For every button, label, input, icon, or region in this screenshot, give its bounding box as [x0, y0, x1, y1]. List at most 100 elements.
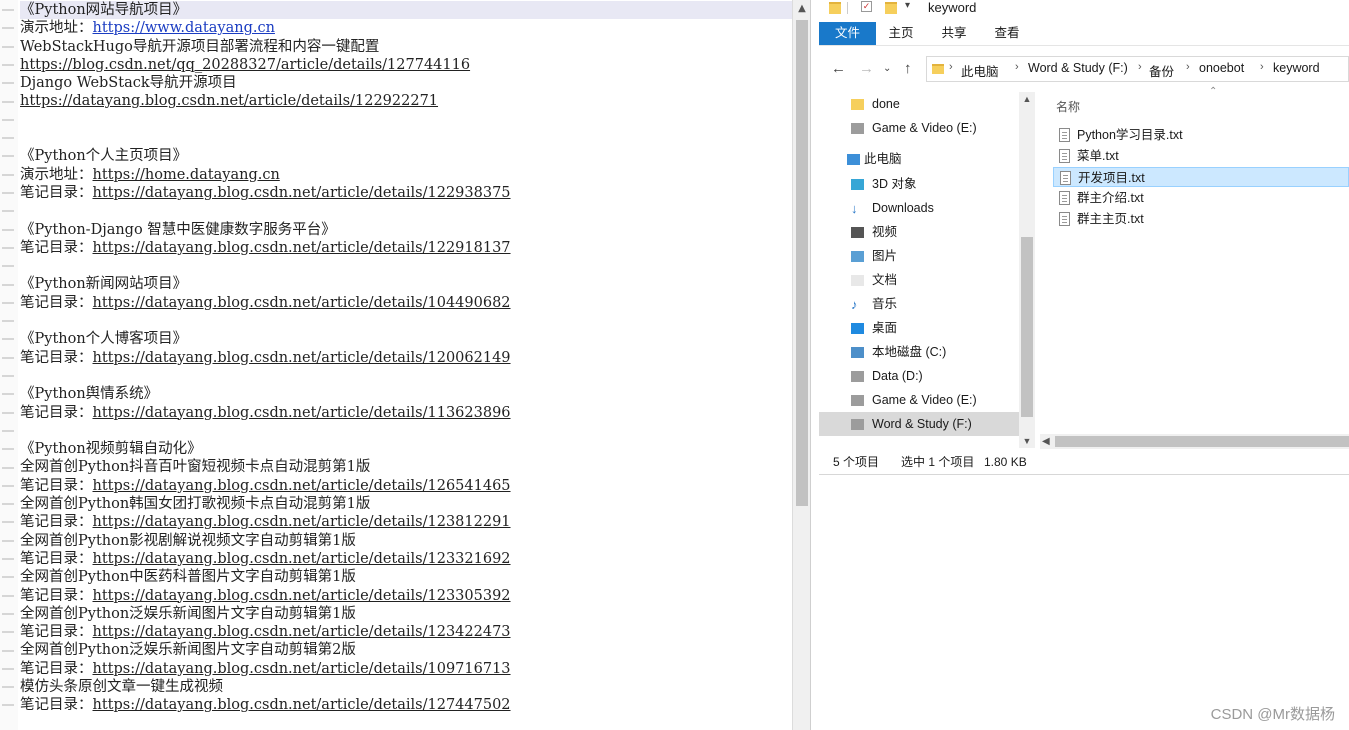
chevron-up-icon[interactable]: ▲: [1019, 92, 1035, 106]
line-text: 全网首创Python韩国女团打歌视频卡点自动混剪第1版: [20, 496, 371, 513]
nav-item-label: 图片: [872, 249, 898, 263]
history-chevron-icon[interactable]: ⌄: [883, 63, 891, 74]
file-item[interactable]: 群主主页.txt: [1053, 209, 1349, 229]
nav-item[interactable]: done: [819, 92, 1019, 116]
nav-vertical-scrollbar[interactable]: ▲ ▼: [1019, 92, 1035, 448]
line-text: 全网首创Python中医药科普图片文字自动剪辑第1版: [20, 569, 356, 586]
nav-item[interactable]: Word & Study (F:): [819, 412, 1019, 436]
file-item[interactable]: 菜单.txt: [1053, 146, 1349, 166]
forward-arrow-icon[interactable]: →: [859, 60, 874, 77]
nav-item[interactable]: Game & Video (E:): [819, 116, 1019, 140]
breadcrumb-onoebot[interactable]: onoebot: [1199, 61, 1244, 75]
gutter-mark: [2, 27, 14, 30]
text-editor[interactable]: 《Python网站导航项目》 演示地址：https://www.datayang.…: [0, 0, 810, 730]
editor-line: 演示地址：https://www.datayang.cn: [20, 19, 792, 37]
nav-item[interactable]: 视频: [819, 220, 1019, 244]
tab-share[interactable]: 共享: [934, 22, 974, 45]
file-horizontal-scrollbar[interactable]: ◀: [1040, 434, 1349, 449]
gutter-mark: [2, 320, 14, 323]
nav-item[interactable]: Data (D:): [819, 364, 1019, 388]
nav-item[interactable]: ♪ 音乐: [819, 292, 1019, 316]
hyperlink[interactable]: https://datayang.blog.csdn.net/article/d…: [93, 350, 511, 366]
tab-file[interactable]: 文件: [819, 22, 876, 45]
nav-item[interactable]: 文档: [819, 268, 1019, 292]
hyperlink[interactable]: https://datayang.blog.csdn.net/article/d…: [93, 551, 511, 567]
nav-item[interactable]: ↓ Downloads: [819, 196, 1019, 220]
tab-view[interactable]: 查看: [987, 22, 1027, 45]
hyperlink[interactable]: https://datayang.blog.csdn.net/article/d…: [93, 478, 511, 494]
hyperlink[interactable]: https://www.datayang.cn: [93, 20, 275, 36]
gutter-mark: [2, 210, 14, 213]
chevron-down-icon[interactable]: ▼: [1019, 434, 1035, 448]
up-arrow-icon[interactable]: ↑: [904, 60, 912, 77]
editor-vertical-scrollbar[interactable]: ▲: [792, 0, 810, 730]
hyperlink[interactable]: https://datayang.blog.csdn.net/article/d…: [93, 514, 511, 530]
dropdown-icon[interactable]: ▾: [905, 0, 917, 12]
text-file-icon: [1059, 212, 1070, 226]
hyperlink[interactable]: https://datayang.blog.csdn.net/article/d…: [93, 185, 511, 201]
hyperlink[interactable]: https://datayang.blog.csdn.net/article/d…: [93, 697, 511, 713]
nav-item[interactable]: 桌面: [819, 316, 1019, 340]
hyperlink[interactable]: https://datayang.blog.csdn.net/article/d…: [93, 295, 511, 311]
chevron-right-icon[interactable]: ›: [1260, 61, 1264, 73]
nav-item-label: Game & Video (E:): [872, 393, 977, 407]
hyperlink[interactable]: https://datayang.blog.csdn.net/article/d…: [93, 588, 511, 604]
gutter-mark: [2, 63, 14, 66]
nav-item[interactable]: Game & Video (E:): [819, 388, 1019, 412]
nav-item[interactable]: 此电脑: [819, 147, 1019, 171]
checkbox-icon[interactable]: ✓: [861, 1, 872, 12]
chevron-right-icon[interactable]: ›: [949, 61, 953, 73]
chevron-right-icon[interactable]: ›: [1015, 61, 1019, 73]
breadcrumb-drive[interactable]: Word & Study (F:): [1028, 61, 1128, 75]
nav-item[interactable]: 本地磁盘 (C:): [819, 340, 1019, 364]
nav-item[interactable]: 3D 对象: [819, 172, 1019, 196]
tab-home[interactable]: 主页: [881, 22, 921, 45]
gutter-mark: [2, 631, 14, 634]
column-header-name[interactable]: 名称: [1056, 98, 1080, 115]
editor-line: 《Python舆情系统》: [20, 385, 792, 403]
file-item[interactable]: Python学习目录.txt: [1053, 125, 1349, 145]
editor-text-area[interactable]: 《Python网站导航项目》 演示地址：https://www.datayang.…: [20, 1, 792, 730]
file-item[interactable]: 群主介绍.txt: [1053, 188, 1349, 208]
line-text: 全网首创Python泛娱乐新闻图片文字自动剪辑第2版: [20, 642, 356, 659]
editor-line: 全网首创Python抖音百叶窗短视频卡点自动混剪第1版: [20, 458, 792, 476]
hyperlink[interactable]: https://datayang.blog.csdn.net/article/d…: [93, 405, 511, 421]
nav-item-label: 3D 对象: [872, 177, 917, 191]
chevron-left-icon[interactable]: ◀: [1042, 434, 1050, 449]
gutter-mark: [2, 118, 14, 121]
editor-line: 全网首创Python韩国女团打歌视频卡点自动混剪第1版: [20, 495, 792, 513]
hyperlink[interactable]: https://datayang.blog.csdn.net/article/d…: [93, 661, 511, 677]
gutter-mark: [2, 686, 14, 689]
gutter-mark: [2, 192, 14, 194]
drive-icon: [851, 395, 864, 406]
line-text: 笔记目录：: [20, 660, 93, 677]
drive-icon: [851, 123, 864, 134]
gutter-mark: [2, 283, 14, 286]
editor-line: 演示地址：https://home.datayang.cn: [20, 166, 792, 184]
line-text: 《Python个人博客项目》: [20, 331, 188, 348]
chevron-right-icon[interactable]: ›: [1186, 61, 1190, 73]
hyperlink[interactable]: https://datayang.blog.csdn.net/article/d…: [20, 93, 438, 109]
gutter-mark: [2, 100, 14, 103]
hyperlink[interactable]: https://home.datayang.cn: [93, 167, 280, 183]
editor-scroll-thumb[interactable]: [796, 20, 808, 506]
back-arrow-icon[interactable]: ←: [831, 60, 846, 77]
hyperlink[interactable]: https://blog.csdn.net/qq_20288327/articl…: [20, 57, 470, 73]
file-item[interactable]: 开发项目.txt: [1053, 167, 1349, 187]
chevron-right-icon[interactable]: ›: [1138, 61, 1142, 73]
new-folder-icon[interactable]: [885, 2, 897, 14]
breadcrumb-keyword[interactable]: keyword: [1273, 61, 1320, 75]
nav-scroll-thumb[interactable]: [1021, 237, 1033, 417]
breadcrumb-backup[interactable]: 备份: [1149, 61, 1174, 80]
address-bar[interactable]: › 此电脑 › Word & Study (F:) › 备份 › onoebot…: [926, 56, 1349, 82]
horizontal-scroll-thumb[interactable]: [1055, 436, 1349, 447]
editor-line: https://datayang.blog.csdn.net/article/d…: [20, 92, 792, 110]
breadcrumb-this-pc[interactable]: 此电脑: [961, 61, 999, 80]
hyperlink[interactable]: https://datayang.blog.csdn.net/article/d…: [93, 624, 511, 640]
chevron-up-icon[interactable]: ▲: [796, 3, 808, 15]
editor-line: 笔记目录：https://datayang.blog.csdn.net/arti…: [20, 404, 792, 422]
hyperlink[interactable]: https://datayang.blog.csdn.net/article/d…: [93, 240, 511, 256]
nav-item[interactable]: 图片: [819, 244, 1019, 268]
